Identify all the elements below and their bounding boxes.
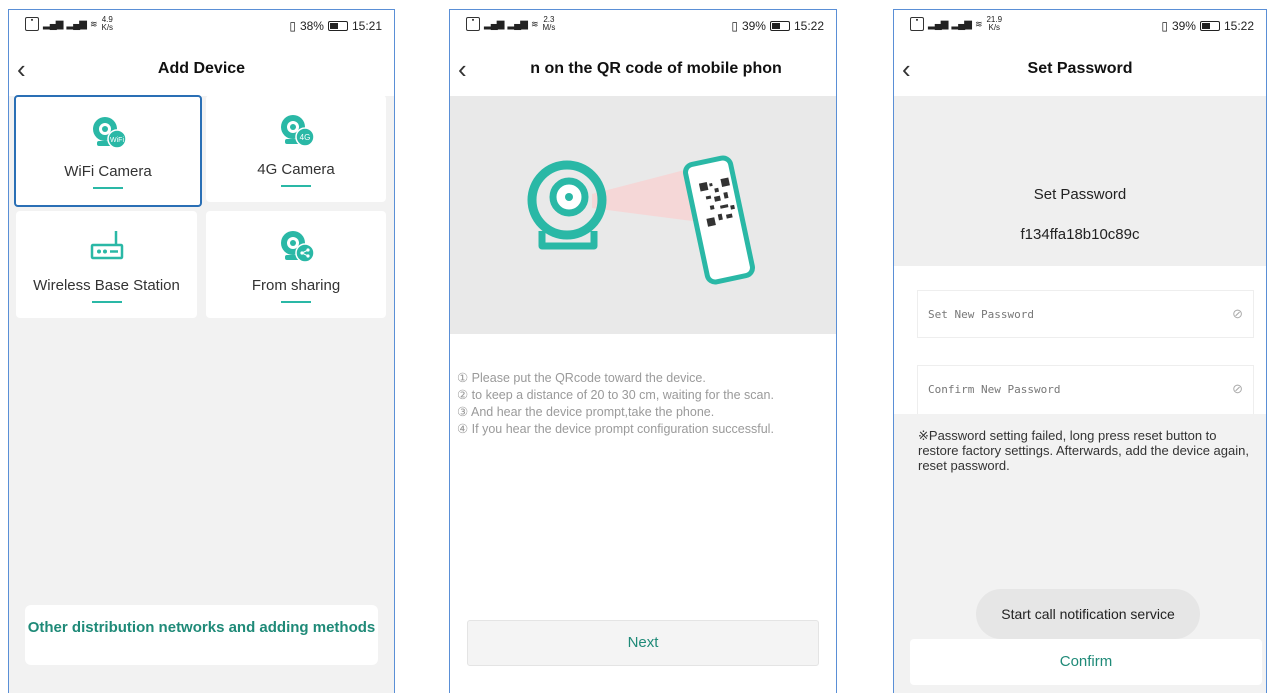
qr-scan-illustration [450, 96, 836, 334]
network-speed: 4.9 K/s [101, 15, 114, 32]
tile-wireless-base-station[interactable]: Wireless Base Station [16, 211, 197, 318]
new-password-placeholder: Set New Password [928, 308, 1034, 321]
status-right: ▯ 38% 15:21 [289, 19, 382, 33]
wifi-icon: ≋ [89, 18, 98, 29]
next-button[interactable]: Next [467, 620, 819, 666]
network-speed: 2.3 M/s [542, 15, 556, 32]
tile-underline [93, 187, 123, 189]
clock: 15:21 [351, 19, 382, 33]
sim-icon: ▪ [25, 17, 39, 31]
status-right: ▯ 39% 15:22 [731, 19, 824, 33]
battery-icon [769, 21, 790, 31]
instruction-step: ③ And hear the device prompt,take the ph… [457, 405, 715, 419]
instruction-step: ④ If you hear the device prompt configur… [457, 422, 774, 436]
signal-icon-2: ▂▄▆ [66, 18, 86, 30]
header: ‹ Add Device [9, 44, 394, 96]
svg-text:4G: 4G [300, 133, 311, 142]
vibrate-icon: ▯ [731, 19, 738, 33]
confirm-button[interactable]: Confirm [910, 639, 1262, 685]
header: ‹ Set Password [894, 44, 1266, 96]
header: ‹ n on the QR code of mobile phon [450, 44, 836, 96]
vibrate-icon: ▯ [1161, 19, 1168, 33]
wifi-camera-icon: WiFi [93, 117, 126, 149]
signal-indicators: ▪ ▂▄▆ ▂▄▆ ≋ 2.3 M/s [466, 16, 555, 32]
share-camera-icon [281, 231, 314, 263]
battery-percent: 38% [299, 19, 324, 33]
signal-indicators: ▪ ▂▄▆ ▂▄▆ ≋ 4.9 K/s [25, 16, 113, 32]
password-heading: Set Password [1033, 186, 1127, 203]
device-id: f134ffa18b10c89c [1020, 226, 1140, 243]
status-bar: ▪ ▂▄▆ ▂▄▆ ≋ 2.3 M/s ▯ 39% 15:22 [450, 10, 836, 44]
toast-message: Start call notification service [976, 589, 1200, 639]
page-title: Add Device [157, 60, 246, 77]
sim-icon: ▪ [910, 17, 924, 31]
camera-scan-phone-illustration [527, 155, 755, 285]
router-icon [90, 231, 123, 260]
sim-icon: ▪ [466, 17, 480, 31]
page-title: Set Password [1027, 60, 1133, 77]
signal-indicators: ▪ ▂▄▆ ▂▄▆ ≋ 21.9 K/s [910, 16, 1002, 32]
clock: 15:22 [793, 19, 824, 33]
confirm-password-field[interactable]: Confirm New Password ⊘ [917, 365, 1254, 414]
tile-label: WiFi Camera [64, 163, 152, 180]
eye-off-icon[interactable]: ⊘ [1232, 381, 1243, 397]
password-form: Set New Password ⊘ Confirm New Password … [894, 266, 1266, 414]
signal-icon: ▂▄▆ [484, 18, 504, 30]
battery-percent: 39% [1171, 19, 1196, 33]
new-password-field[interactable]: Set New Password ⊘ [917, 290, 1254, 338]
set-password-screen: ▪ ▂▄▆ ▂▄▆ ≋ 21.9 K/s ▯ 39% 15:22 ‹ Set Pa… [893, 9, 1267, 693]
svg-text:WiFi: WiFi [110, 137, 124, 144]
signal-icon: ▂▄▆ [928, 18, 948, 30]
status-bar: ▪ ▂▄▆ ▂▄▆ ≋ 4.9 K/s ▯ 38% 15:21 [9, 10, 394, 44]
tile-underline [281, 185, 311, 187]
tile-wifi-camera[interactable]: WiFi WiFi Camera [14, 95, 202, 207]
vibrate-icon: ▯ [289, 19, 296, 33]
tile-label: 4G Camera [257, 161, 335, 178]
signal-icon: ▂▄▆ [43, 18, 63, 30]
clock: 15:22 [1223, 19, 1254, 33]
reset-note: ※Password setting failed, long press res… [918, 428, 1249, 473]
tile-from-sharing[interactable]: From sharing [206, 211, 386, 318]
battery-percent: 39% [741, 19, 766, 33]
tile-label: From sharing [251, 277, 341, 294]
status-right: ▯ 39% 15:22 [1161, 19, 1254, 33]
signal-icon-2: ▂▄▆ [507, 18, 527, 30]
instruction-step: ① Please put the QRcode toward the devic… [457, 371, 706, 385]
instructions-area: ① Please put the QRcode toward the devic… [450, 334, 836, 693]
wifi-icon: ≋ [530, 18, 539, 29]
tile-underline [281, 301, 311, 303]
page-title: n on the QR code of mobile phon [530, 60, 782, 77]
tile-4g-camera[interactable]: 4G 4G Camera [206, 95, 386, 202]
signal-icon-2: ▂▄▆ [951, 18, 971, 30]
instruction-list: ① Please put the QRcode toward the devic… [457, 370, 774, 438]
wifi-icon: ≋ [974, 18, 983, 29]
other-methods-button[interactable]: Other distribution networks and adding m… [25, 605, 378, 665]
network-speed: 21.9 K/s [986, 15, 1003, 32]
tile-label: Wireless Base Station [33, 277, 180, 294]
confirm-password-placeholder: Confirm New Password [928, 383, 1061, 396]
tile-underline [91, 301, 122, 303]
status-bar: ▪ ▂▄▆ ▂▄▆ ≋ 21.9 K/s ▯ 39% 15:22 [894, 10, 1266, 44]
battery-icon [1199, 21, 1220, 31]
4g-camera-icon: 4G [281, 115, 314, 147]
back-button[interactable]: ‹ [458, 54, 482, 84]
eye-off-icon[interactable]: ⊘ [1232, 306, 1243, 322]
battery-icon [327, 21, 348, 31]
scan-qr-screen: ▪ ▂▄▆ ▂▄▆ ≋ 2.3 M/s ▯ 39% 15:22 ‹ n on th… [449, 9, 837, 693]
instruction-step: ② to keep a distance of 20 to 30 cm, wai… [457, 388, 774, 402]
add-device-screen: ▪ ▂▄▆ ▂▄▆ ≋ 4.9 K/s ▯ 38% 15:21 ‹ Add Dev… [8, 9, 395, 693]
